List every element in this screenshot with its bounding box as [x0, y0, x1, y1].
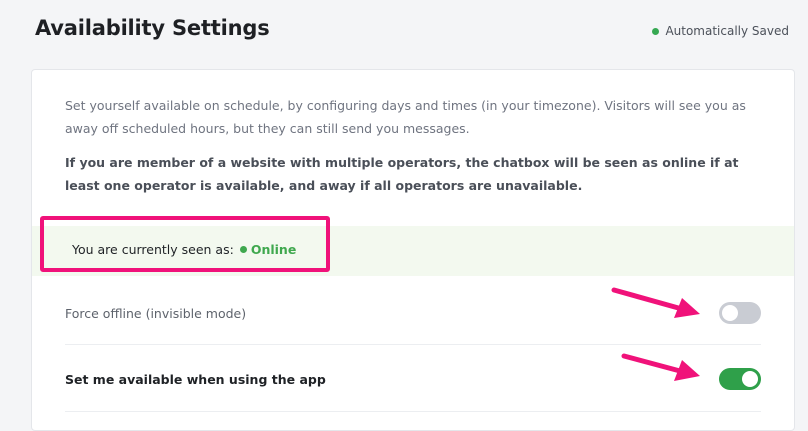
- toggle-knob: [722, 305, 738, 321]
- page-title: Availability Settings: [35, 16, 270, 40]
- header: Availability Settings Automatically Save…: [0, 0, 808, 68]
- operators-note: If you are member of a website with mult…: [65, 155, 739, 193]
- arrow-pointer-icon: [611, 287, 700, 318]
- status-dot-icon: [652, 27, 660, 35]
- toggle-knob: [742, 371, 758, 387]
- status-highlight-box: [40, 216, 330, 272]
- available-app-toggle[interactable]: [719, 368, 761, 390]
- available-app-label: Set me available when using the app: [65, 371, 326, 387]
- arrow-pointer-icon: [621, 353, 700, 381]
- force-offline-toggle[interactable]: [719, 302, 761, 324]
- save-status-label: Automatically Saved: [665, 24, 789, 38]
- save-status: Automatically Saved: [652, 24, 789, 38]
- description-text: Set yourself available on schedule, by c…: [65, 98, 746, 136]
- force-offline-label: Force offline (invisible mode): [65, 305, 247, 321]
